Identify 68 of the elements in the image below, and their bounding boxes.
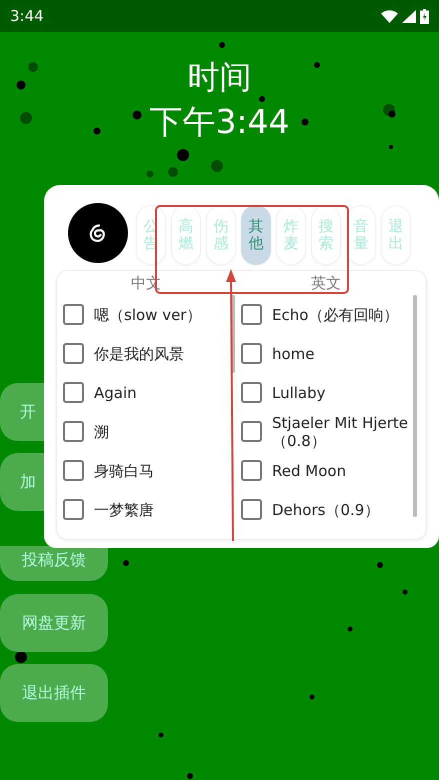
particle-dot xyxy=(28,62,38,72)
checkbox[interactable] xyxy=(63,499,84,520)
particle-dot xyxy=(187,773,193,779)
particle-dot xyxy=(219,42,225,48)
side-button[interactable]: 网盘更新 xyxy=(0,594,108,652)
particle-dot xyxy=(168,167,178,177)
side-button[interactable]: 开 xyxy=(0,383,44,441)
song-label: 嗯（slow ver） xyxy=(94,306,202,324)
song-label: Echo（必有回响） xyxy=(272,306,400,324)
particle-dot xyxy=(310,694,314,700)
song-label: Again xyxy=(94,384,138,402)
particle-dot xyxy=(146,170,154,178)
checkbox[interactable] xyxy=(241,421,262,442)
header-title: 时间 xyxy=(188,58,252,96)
particle-dot xyxy=(177,149,189,161)
category-tab[interactable]: 退出 xyxy=(381,205,411,265)
song-label: 溯 xyxy=(94,422,110,440)
particle-dot xyxy=(389,145,393,149)
side-button[interactable]: 投稿反馈 xyxy=(0,546,108,581)
particle-dot xyxy=(314,62,320,68)
song-label: Dehors（0.9） xyxy=(272,500,380,518)
particle-dot xyxy=(16,80,26,90)
song-label: Red Moon xyxy=(272,462,348,480)
category-tab[interactable]: 音量 xyxy=(346,205,376,265)
song-label: 你是我的风景 xyxy=(94,344,185,362)
side-button[interactable]: 加 xyxy=(0,453,44,511)
song-label: home xyxy=(272,344,316,362)
checkbox[interactable] xyxy=(241,343,262,364)
checkbox[interactable] xyxy=(63,304,84,325)
scrollbar[interactable] xyxy=(231,295,235,373)
particle-dot xyxy=(211,160,223,172)
particle-dot xyxy=(132,110,142,120)
particle-dot xyxy=(377,562,383,568)
particle-dot xyxy=(402,590,408,594)
particle-dot xyxy=(348,626,352,632)
checkbox[interactable] xyxy=(63,460,84,481)
particle-dot xyxy=(123,560,129,566)
particle-dot xyxy=(20,112,32,124)
side-button[interactable]: 退出插件 xyxy=(0,664,108,722)
checkbox[interactable] xyxy=(241,460,262,481)
wifi-icon xyxy=(381,10,398,22)
category-tab[interactable]: 其他 xyxy=(241,205,271,265)
song-label: 身骑白马 xyxy=(94,462,155,480)
clock-text: 下午3:44 xyxy=(149,102,290,142)
checkbox[interactable] xyxy=(63,343,84,364)
song-label: 一梦繁唐 xyxy=(94,500,155,518)
checkbox[interactable] xyxy=(241,382,262,403)
song-label: Lullaby xyxy=(272,384,327,402)
particle-dot xyxy=(158,732,164,738)
particle-dot xyxy=(259,96,265,102)
checkbox[interactable] xyxy=(63,382,84,403)
scrollbar[interactable] xyxy=(413,295,417,517)
category-tab[interactable]: 搜索 xyxy=(311,205,341,265)
category-tab[interactable]: 炸麦 xyxy=(276,205,306,265)
checkbox[interactable] xyxy=(63,421,84,442)
song-label: Stjaeler Mit Hjerte（0.8） xyxy=(272,414,410,450)
battery-charging-icon xyxy=(420,8,429,24)
column-heading: 英文 xyxy=(311,274,341,292)
particle-dot xyxy=(302,118,308,126)
signal-icon xyxy=(402,10,416,22)
particle-dot xyxy=(94,128,100,134)
particle-dot xyxy=(15,651,27,663)
status-time: 3:44 xyxy=(10,6,44,27)
checkbox[interactable] xyxy=(241,499,262,520)
music-logo-icon xyxy=(88,223,108,243)
checkbox[interactable] xyxy=(241,304,262,325)
category-tab[interactable]: 伤感 xyxy=(206,205,236,265)
category-tab[interactable]: 高燃 xyxy=(171,205,201,265)
